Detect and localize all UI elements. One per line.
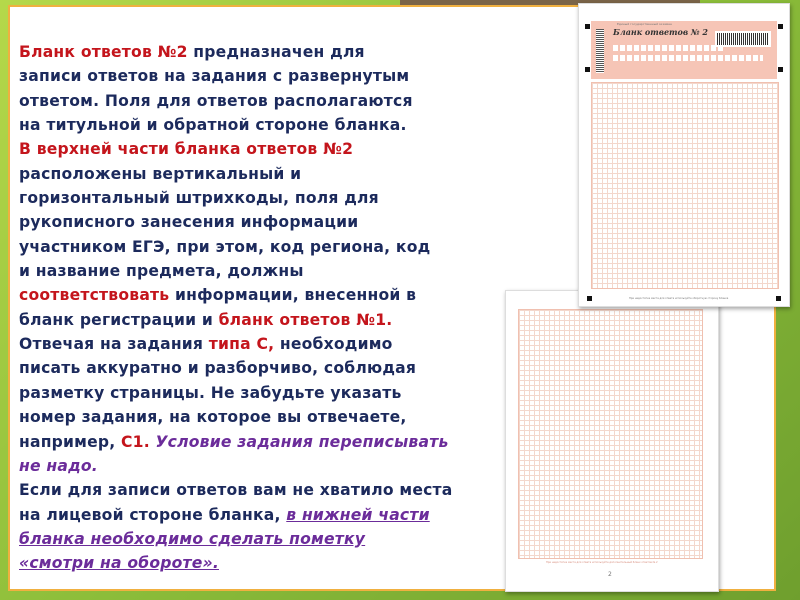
body-text: и название предмета, должны — [19, 262, 304, 281]
text-line: например, С1. Условие задания переписыва… — [19, 430, 519, 454]
text-line: соответствовать информации, внесенной в — [19, 283, 519, 307]
corner-mark — [585, 24, 590, 29]
body-text: ответом. Поля для ответов располагаются — [19, 91, 413, 110]
answer-form-front-image: Единый государственный экзамен Бланк отв… — [578, 3, 790, 307]
text-line: ответом. Поля для ответов располагаются — [19, 89, 519, 113]
text-line: рукописного занесения информации — [19, 210, 519, 234]
body-text: информации, внесенной в — [169, 286, 417, 305]
highlight-text: бланк ответов №1. — [218, 310, 393, 329]
additional-form-fields — [613, 55, 763, 61]
region-subject-fields — [613, 45, 723, 51]
underlined-note: бланка необходимо сделать пометку — [19, 529, 366, 548]
body-text: рукописного занесения информации — [19, 213, 359, 232]
emphasis-text: Условие задания переписывать — [149, 432, 449, 451]
page-number: 2 — [608, 571, 612, 578]
text-line: горизонтальный штрихкоды, поля для — [19, 186, 519, 210]
body-text: бланк регистрации и — [19, 310, 219, 329]
highlight-text: соответствовать — [19, 286, 170, 305]
body-text: разметку страницы. Не забудьте указать — [19, 383, 402, 402]
body-text: записи ответов на задания с развернутым — [19, 67, 410, 86]
form-header: Единый государственный экзамен Бланк отв… — [591, 21, 777, 79]
corner-mark — [585, 67, 590, 72]
corner-mark — [587, 296, 592, 301]
body-text: необходимо — [274, 335, 393, 354]
corner-mark — [776, 296, 781, 301]
highlight-text: В верхней части бланка ответов №2 — [19, 140, 354, 159]
text-line: не надо. — [19, 454, 519, 478]
body-text: например, — [19, 432, 121, 451]
text-line: записи ответов на задания с развернутым — [19, 64, 519, 88]
text-line: расположены вертикальный и — [19, 162, 519, 186]
text-line: на лицевой стороне бланка, в нижней част… — [19, 503, 519, 527]
body-text: на титульной и обратной стороне бланка. — [19, 116, 407, 135]
underlined-note: в нижней части — [286, 505, 430, 524]
back-footer-note: При недостатке места для ответа использу… — [546, 561, 658, 564]
body-text: расположены вертикальный и — [19, 164, 302, 183]
body-text: участником ЕГЭ, при этом, код региона, к… — [19, 237, 431, 256]
text-line: Бланк ответов №2 предназначен для — [19, 40, 519, 64]
answer-grid — [518, 309, 703, 559]
text-line: писать аккуратно и разборчиво, соблюдая — [19, 356, 519, 380]
body-text: номер задания, на которое вы отвечаете, — [19, 408, 407, 427]
body-text: Отвечая на задания — [19, 335, 209, 354]
body-text: писать аккуратно и разборчиво, соблюдая — [19, 359, 417, 378]
text-line: на титульной и обратной стороне бланка. — [19, 113, 519, 137]
text-line: В верхней части бланка ответов №2 — [19, 137, 519, 161]
corner-mark — [778, 24, 783, 29]
emphasis-text: не надо. — [19, 456, 98, 475]
body-text: Если для записи ответов вам не хватило м… — [19, 481, 453, 500]
vertical-barcode — [596, 29, 604, 73]
text-line: Если для записи ответов вам не хватило м… — [19, 478, 519, 502]
answer-form-back-image: При недостатке места для ответа использу… — [505, 290, 719, 592]
horizontal-barcode — [715, 31, 771, 47]
text-line: номер задания, на которое вы отвечаете, — [19, 405, 519, 429]
text-line: бланк регистрации и бланк ответов №1. — [19, 308, 519, 332]
slide-text: Бланк ответов №2 предназначен для записи … — [19, 40, 519, 576]
front-footer-note: При недостатке места для ответа использу… — [629, 297, 729, 300]
text-line: участником ЕГЭ, при этом, код региона, к… — [19, 235, 519, 259]
body-text: на лицевой стороне бланка, — [19, 505, 287, 524]
form-header-text: Единый государственный экзамен — [617, 22, 672, 26]
body-text: горизонтальный штрихкоды, поля для — [19, 189, 379, 208]
corner-mark — [778, 67, 783, 72]
form-title: Бланк ответов № 2 — [613, 27, 708, 37]
highlight-text: типа С, — [208, 335, 275, 354]
text-line: «смотри на обороте». — [19, 551, 519, 575]
text-line: бланка необходимо сделать пометку — [19, 527, 519, 551]
text-line: разметку страницы. Не забудьте указать — [19, 381, 519, 405]
body-text: предназначен для — [187, 43, 365, 61]
answer-grid — [591, 82, 779, 289]
text-line: Отвечая на задания типа С, необходимо — [19, 332, 519, 356]
highlight-text: С1. — [121, 432, 150, 451]
underlined-note: «смотри на обороте». — [19, 554, 219, 573]
highlight-text: Бланк ответов №2 — [19, 43, 188, 61]
text-line: и название предмета, должны — [19, 259, 519, 283]
